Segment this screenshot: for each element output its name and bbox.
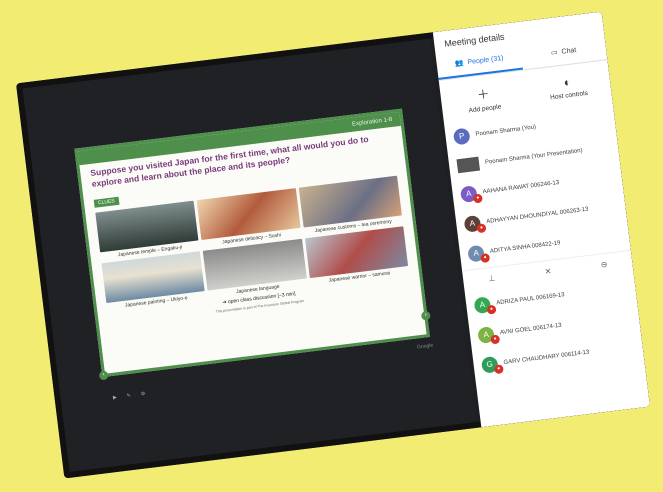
participant-name: AAHANA RAWAT 006246-13 — [482, 179, 560, 196]
grid-cell: Japanese temple – Engaku-ji — [95, 200, 199, 261]
avatar: A ● — [459, 185, 483, 204]
presentation-stage: Exploration 1-8 Suppose you visited Japa… — [22, 38, 477, 472]
people-icon: 👥 — [454, 59, 464, 68]
slide-toolbar: ▶ ✎ ⚙ — [112, 368, 312, 404]
photo-background: Exploration 1-8 Suppose you visited Japa… — [0, 0, 663, 492]
next-slide-icon[interactable]: › — [420, 310, 431, 321]
temple-image — [95, 200, 199, 253]
action-label: Host controls — [549, 89, 589, 102]
avatar-initial: A — [482, 329, 490, 340]
avatar: A ● — [477, 326, 501, 345]
participant-name: GARV CHAUDHARY 006114-13 — [503, 349, 590, 367]
language-image — [203, 238, 307, 291]
remove-icon[interactable]: ⊖ — [600, 260, 608, 270]
muted-mic-icon: ● — [486, 304, 497, 315]
participant-name: Poonam Sharma (You) — [475, 124, 537, 138]
muted-mic-icon: ● — [476, 223, 487, 234]
sushi-image — [196, 188, 301, 240]
slide: Exploration 1-8 Suppose you visited Japa… — [74, 108, 431, 381]
avatar-initial: A — [479, 299, 486, 310]
pin-icon[interactable]: ⊥ — [488, 274, 496, 284]
avatar-initial: A — [465, 188, 472, 199]
grid-cell: Japanese painting – Ukiyo-e — [101, 251, 206, 311]
add-person-icon: ＋ — [476, 86, 491, 103]
participant-name: AVNI GOEL 006174-13 — [499, 322, 562, 337]
avatar-initial: G — [486, 359, 494, 370]
chat-icon: ▭ — [550, 49, 559, 57]
avatar-initial: P — [458, 131, 465, 141]
tab-label: People (31) — [467, 54, 504, 66]
pointer-icon[interactable]: ✎ — [126, 393, 131, 399]
avatar: A ● — [473, 296, 497, 315]
painting-image — [101, 251, 205, 304]
muted-mic-icon: ● — [472, 193, 483, 204]
samurai-image — [304, 226, 409, 279]
participant-name: ADRIZA PAUL 006169-13 — [495, 292, 565, 307]
mute-icon[interactable]: ✕ — [544, 267, 552, 277]
image-grid: Japanese temple – Engaku-ji Japanese del… — [95, 175, 409, 311]
muted-mic-icon: ● — [493, 364, 504, 375]
participant-list: P Poonam Sharma (You) Poonam Sharma (Your … — [444, 103, 644, 382]
laptop-screen: Exploration 1-8 Suppose you visited Japa… — [15, 11, 651, 479]
participant-name: ADHAYYAN DHOUNDIYAL 006263-13 — [485, 206, 589, 226]
avatar-initial: A — [469, 218, 476, 229]
clues-badge: CLUES — [93, 196, 120, 208]
muted-mic-icon: ● — [480, 253, 491, 264]
prev-slide-icon[interactable]: ‹ — [98, 370, 109, 381]
google-label: Google — [416, 342, 434, 351]
grid-cell: Japanese delicacy – Sushi — [196, 188, 301, 248]
grid-cell: Japanese warrior – samurai — [304, 226, 409, 286]
muted-mic-icon: ● — [490, 334, 501, 345]
host-controls-button[interactable]: ◐ Host controls — [524, 70, 612, 107]
participant-name: Poonam Sharma (Your Presentation) — [484, 147, 583, 166]
presentation-thumbnail — [456, 156, 481, 174]
add-people-button[interactable]: ＋ Add people — [440, 80, 528, 117]
avatar: P — [452, 127, 471, 146]
avatar: A ● — [463, 214, 487, 234]
toggle-icon: ◐ — [562, 74, 572, 90]
action-label: Add people — [468, 103, 502, 115]
tab-label: Chat — [561, 46, 577, 56]
grid-cell: Japanese customs – tea ceremony — [298, 175, 402, 236]
settings-icon[interactable]: ⚙ — [140, 391, 145, 398]
participant-name: ADITYA SINHA 008422-19 — [489, 240, 561, 255]
play-icon[interactable]: ▶ — [113, 395, 118, 401]
avatar: A ● — [467, 244, 491, 264]
grid-cell: Japanese language — [203, 238, 307, 299]
avatar: G ● — [480, 355, 504, 375]
avatar-initial: A — [472, 248, 480, 258]
